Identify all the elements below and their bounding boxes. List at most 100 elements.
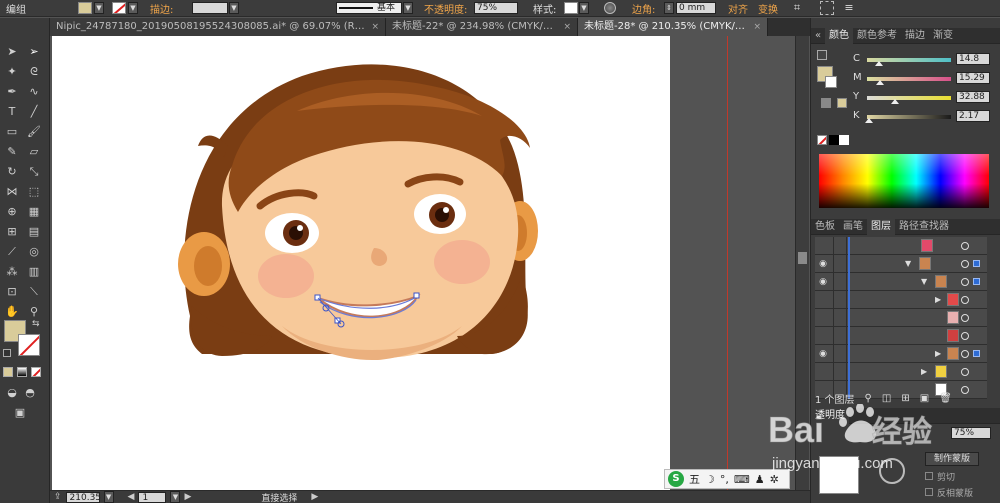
gradient-tool-icon[interactable]: ▤ xyxy=(25,224,43,240)
user-icon[interactable]: ♟ xyxy=(755,473,765,486)
zoom-arrow[interactable]: ▼ xyxy=(103,491,114,503)
cyan-thumb[interactable] xyxy=(875,61,884,66)
lock-toggle[interactable] xyxy=(833,309,847,327)
perspective-grid-icon[interactable]: ▦ xyxy=(25,204,43,220)
target-icon[interactable] xyxy=(961,350,969,358)
recolor-artwork-icon[interactable] xyxy=(604,2,616,14)
artboard-arrow[interactable]: ▼ xyxy=(170,491,181,503)
panel-collapse-icon[interactable]: « xyxy=(811,28,825,44)
corner-link[interactable]: 边角: xyxy=(632,1,655,16)
slice-tool-icon[interactable]: ⟍ xyxy=(25,284,43,300)
status-menu-arrow[interactable]: ▶ xyxy=(311,492,318,502)
width-tool-icon[interactable]: ⋈ xyxy=(3,184,21,200)
share-icon[interactable]: ⇪ xyxy=(54,492,62,502)
collapse-triangle-icon[interactable]: ▼ xyxy=(905,258,913,270)
close-icon[interactable]: × xyxy=(371,18,379,36)
link-mask-icon[interactable] xyxy=(879,458,905,484)
selection-indicator[interactable] xyxy=(973,350,980,357)
draw-normal-icon[interactable]: ◒ xyxy=(3,385,21,401)
brush-style-dropdown[interactable]: 基本 xyxy=(336,2,402,14)
layer-row[interactable]: ◉ ▶ xyxy=(815,345,987,363)
lock-toggle[interactable] xyxy=(833,255,847,273)
zoom-field[interactable]: 210.35 xyxy=(65,491,101,503)
tab-layers[interactable]: 图层 xyxy=(867,219,895,235)
clip-checkbox[interactable] xyxy=(925,472,933,480)
free-transform-icon[interactable]: ⬚ xyxy=(25,184,43,200)
lock-toggle[interactable] xyxy=(833,327,847,345)
fill-stroke-mini-icon[interactable] xyxy=(817,50,827,60)
trash-icon[interactable]: 🗑 xyxy=(939,393,952,404)
lock-toggle[interactable] xyxy=(833,237,847,255)
eraser-icon[interactable]: ▱ xyxy=(25,144,43,160)
artboard-number-field[interactable]: 1 xyxy=(138,491,167,503)
next-artboard-icon[interactable]: ▶ xyxy=(184,492,191,502)
stroke-color-box[interactable] xyxy=(18,334,40,356)
stroke-link[interactable]: 描边: xyxy=(150,1,173,16)
doc-tab-1[interactable]: Nipic_24787180_20190508195524308085.ai* … xyxy=(50,18,386,36)
tab-color[interactable]: 颜色 xyxy=(825,28,853,44)
swap-colors-icon[interactable]: ⇆ xyxy=(32,319,40,329)
target-icon[interactable] xyxy=(961,242,969,250)
scroll-thumb[interactable] xyxy=(798,252,807,264)
selection-indicator[interactable] xyxy=(973,296,980,303)
stroke-dropdown-arrow[interactable]: ▼ xyxy=(128,2,138,14)
opacity-link[interactable]: 不透明度: xyxy=(424,1,467,16)
new-sublayer-icon[interactable]: ⊞ xyxy=(901,393,909,404)
symbol-sprayer-icon[interactable]: ⁂ xyxy=(3,264,21,280)
make-mask-button[interactable]: 制作蒙版 xyxy=(925,452,979,466)
clipping-mask-icon[interactable]: ◫ xyxy=(882,393,891,404)
blend-tool-icon[interactable]: ◎ xyxy=(25,244,43,260)
gamut-swatch[interactable] xyxy=(837,98,847,108)
lock-toggle[interactable] xyxy=(833,273,847,291)
direct-selection-tool-icon[interactable]: ➢ xyxy=(25,44,43,60)
none-color-swatch[interactable] xyxy=(817,135,827,145)
doc-tab-2[interactable]: 未标题-22* @ 234.98% (CMYK/预... × xyxy=(386,18,578,36)
moon-icon[interactable]: ☽ xyxy=(705,473,715,486)
layer-row[interactable]: ▶ xyxy=(815,363,987,381)
eye-icon[interactable]: ◉ xyxy=(817,258,829,270)
fill-dropdown-arrow[interactable]: ▼ xyxy=(94,2,104,14)
invert-mask-checkbox[interactable] xyxy=(925,488,933,496)
target-icon[interactable] xyxy=(961,260,969,268)
line-tool-icon[interactable]: ╱ xyxy=(25,104,43,120)
pencil-icon[interactable]: ✎ xyxy=(3,144,21,160)
yellow-value-field[interactable]: 32.88 xyxy=(956,91,990,103)
selection-indicator[interactable] xyxy=(973,314,980,321)
mask-thumbnail[interactable] xyxy=(819,456,859,494)
isolate-icon[interactable]: ⌗ xyxy=(790,1,804,15)
transparency-opacity-field[interactable]: 75% xyxy=(951,427,991,439)
default-colors-icon[interactable] xyxy=(3,349,11,357)
selection-indicator[interactable] xyxy=(973,242,980,249)
magenta-value-field[interactable]: 15.29 xyxy=(956,72,990,84)
close-icon[interactable]: × xyxy=(563,18,571,36)
paintbrush-icon[interactable]: 🖌 xyxy=(25,124,43,140)
align-link[interactable]: 对齐 xyxy=(728,1,748,16)
lock-toggle[interactable] xyxy=(833,363,847,381)
yellow-slider[interactable] xyxy=(867,96,951,100)
lock-toggle[interactable] xyxy=(833,291,847,309)
pen-tool-icon[interactable]: ✒ xyxy=(3,84,21,100)
yellow-thumb[interactable] xyxy=(890,99,899,104)
stroke-none-swatch[interactable] xyxy=(112,2,126,14)
layer-row[interactable] xyxy=(815,237,987,255)
lock-toggle[interactable] xyxy=(833,345,847,363)
graph-tool-icon[interactable]: ▥ xyxy=(25,264,43,280)
layer-row[interactable]: ◉ ▼ xyxy=(815,273,987,291)
cartoon-girl-face-artwork[interactable] xyxy=(52,36,670,492)
target-icon[interactable] xyxy=(961,332,969,340)
target-icon[interactable] xyxy=(961,278,969,286)
tab-transparency[interactable]: 透明度 xyxy=(811,408,849,424)
selection-indicator[interactable] xyxy=(973,260,980,267)
stroke-weight-arrow[interactable]: ▼ xyxy=(229,2,239,14)
fill-swatch[interactable] xyxy=(78,2,92,14)
target-icon[interactable] xyxy=(961,314,969,322)
opacity-field[interactable]: 75% xyxy=(474,2,518,14)
none-mode-icon[interactable] xyxy=(31,367,41,377)
magic-wand-icon[interactable]: ✦ xyxy=(3,64,21,80)
expand-triangle-icon[interactable]: ▶ xyxy=(921,366,929,378)
transform-link[interactable]: 变换 xyxy=(758,1,778,16)
gradient-mode-icon[interactable] xyxy=(17,367,27,377)
graphic-style-swatch[interactable] xyxy=(564,2,578,14)
magenta-thumb[interactable] xyxy=(875,80,884,85)
expand-triangle-icon[interactable]: ▶ xyxy=(935,294,943,306)
